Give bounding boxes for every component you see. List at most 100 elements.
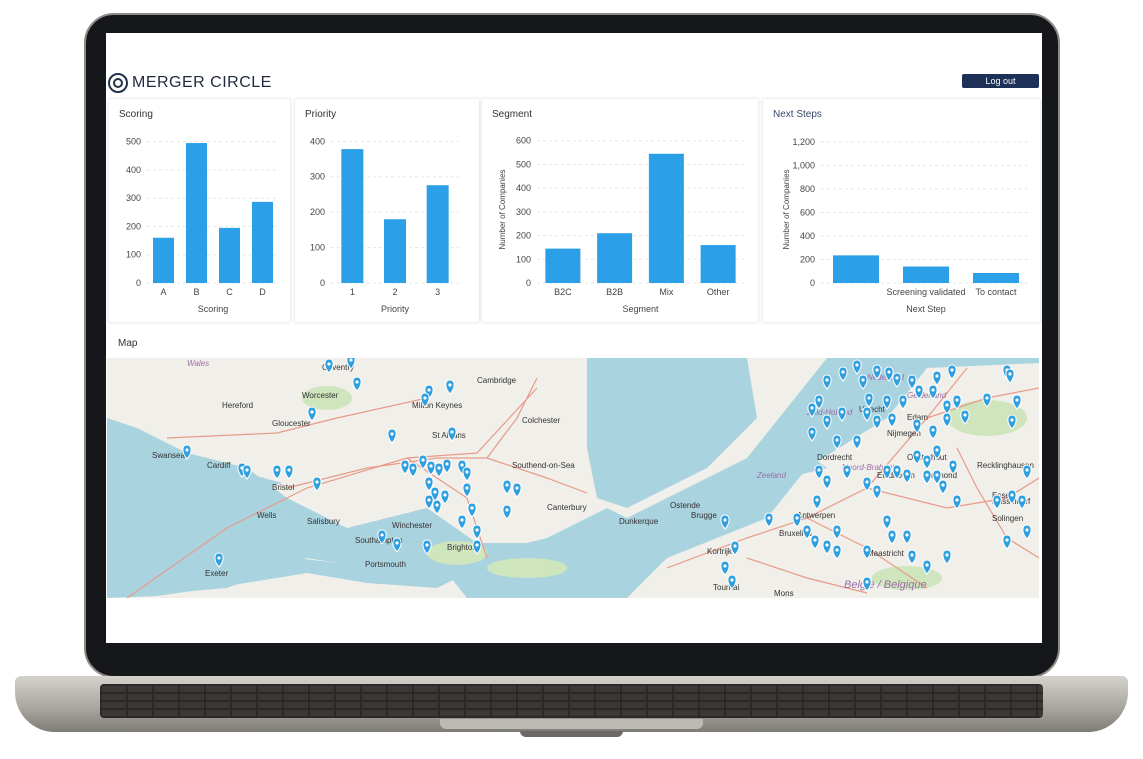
brand-logo[interactable]: MERGER CIRCLE — [108, 73, 272, 93]
place-label: Cardiff — [207, 461, 231, 470]
map-pin-icon — [764, 512, 774, 528]
place-label: Milton Keynes — [412, 401, 462, 410]
map-pin-icon — [352, 376, 362, 392]
x-tick-label: B — [193, 287, 199, 297]
y-tick-label: 300 — [310, 172, 325, 182]
map-pin-dot — [465, 486, 469, 490]
y-tick-label: 100 — [310, 243, 325, 253]
y-axis-title: Number of Companies — [498, 169, 507, 249]
y-tick-label: 200 — [310, 207, 325, 217]
place-label: Ostende — [670, 501, 701, 510]
map-pin-icon — [842, 464, 852, 480]
map-pin-dot — [945, 553, 949, 557]
place-label: Maastricht — [867, 549, 905, 558]
place-label: Mons — [774, 589, 794, 598]
y-tick-label: 400 — [516, 183, 531, 193]
y-tick-label: 200 — [800, 254, 815, 264]
map-pin-dot — [723, 518, 727, 522]
map-pin-icon — [408, 462, 418, 478]
map-pin-dot — [423, 396, 427, 400]
map-pin-dot — [450, 430, 454, 434]
map-pin-dot — [310, 410, 314, 414]
map-pin-icon — [792, 512, 802, 528]
bar — [648, 153, 684, 283]
map-pin-icon — [872, 414, 882, 430]
map-pin-dot — [825, 478, 829, 482]
app-screen: MERGER CIRCLE Log out Scoring 0 100 200 300… — [106, 33, 1042, 643]
y-tick-label: 0 — [810, 278, 815, 288]
map-pin-dot — [895, 376, 899, 380]
y-tick-label: 1,200 — [792, 137, 815, 147]
map-pin-dot — [460, 518, 464, 522]
map-pin-dot — [460, 463, 464, 467]
map-pin-icon — [902, 529, 912, 545]
map-pin-icon — [502, 504, 512, 520]
logout-button[interactable]: Log out — [962, 74, 1039, 88]
map-pin-dot — [810, 406, 814, 410]
keyboard — [100, 684, 1043, 718]
y-tick-label: 100 — [126, 250, 141, 260]
bar — [973, 273, 1019, 283]
map-pin-dot — [1015, 398, 1019, 402]
bar — [153, 237, 174, 283]
map-pin-dot — [890, 533, 894, 537]
map-pin-dot — [915, 422, 919, 426]
map-pin-dot — [817, 468, 821, 472]
map-canvas[interactable]: Wales CoventryCambridgeHerefordWorcesterM… — [107, 358, 1039, 598]
map-pin-icon — [992, 494, 1002, 510]
x-axis-title: Priority — [381, 304, 410, 314]
map-pin-dot — [910, 378, 914, 382]
map-pin-dot — [875, 418, 879, 422]
map-pin-dot — [925, 473, 929, 477]
map-pin-icon — [442, 458, 452, 474]
map-pin-icon — [947, 364, 957, 380]
map-pin-icon — [1005, 368, 1015, 384]
place-label: Exeter — [205, 569, 228, 578]
bar — [833, 255, 879, 283]
map-pin-dot — [855, 363, 859, 367]
map-pin-dot — [380, 533, 384, 537]
map-pin-dot — [925, 458, 929, 462]
place-label: Antwerpen — [797, 511, 835, 520]
map-pin-dot — [875, 368, 879, 372]
place-label: Colchester — [522, 416, 561, 425]
x-tick-label: Mix — [659, 287, 673, 297]
map-pin-dot — [1008, 372, 1012, 376]
map-pin-dot — [950, 368, 954, 372]
map-pin-dot — [185, 448, 189, 452]
map-pin-dot — [475, 543, 479, 547]
place-label: Wales — [187, 359, 209, 368]
map-pin-icon — [424, 494, 434, 510]
map-pin-dot — [915, 453, 919, 457]
map-pin-dot — [217, 556, 221, 560]
segment-chart: 0 100 200 300 400 500 600 B2C B2B Mix Other Segment… — [498, 136, 744, 314]
map-pin-dot — [1025, 468, 1029, 472]
y-tick-label: 0 — [320, 278, 325, 288]
y-tick-label: 0 — [136, 278, 141, 288]
map-pin-dot — [315, 480, 319, 484]
map-title: Map — [118, 338, 138, 349]
map-pin-dot — [955, 498, 959, 502]
map-pin-dot — [945, 416, 949, 420]
map-pin-dot — [287, 468, 291, 472]
map-pin-dot — [1005, 538, 1009, 542]
x-tick-label: C — [226, 287, 233, 297]
map-pin-dot — [867, 396, 871, 400]
y-tick-label: 600 — [516, 136, 531, 146]
map-pin-dot — [427, 498, 431, 502]
map-pin-dot — [841, 370, 845, 374]
map-pin-dot — [730, 578, 734, 582]
bar — [186, 143, 207, 283]
map-pin-dot — [835, 528, 839, 532]
map-view[interactable]: Wales Coventry Cambridge Hereford Worcester M… — [107, 358, 1039, 598]
place-label: Winchester — [392, 521, 432, 530]
map-pin-dot — [835, 438, 839, 442]
x-axis-title: Next Step — [906, 304, 946, 314]
map-pin-dot — [935, 374, 939, 378]
map-pin-icon — [822, 539, 832, 555]
map-pin-dot — [445, 462, 449, 466]
bar — [219, 227, 240, 283]
map-pin-icon — [400, 459, 410, 475]
map-pin-icon — [882, 514, 892, 530]
x-tick-label: To contact — [975, 287, 1017, 297]
